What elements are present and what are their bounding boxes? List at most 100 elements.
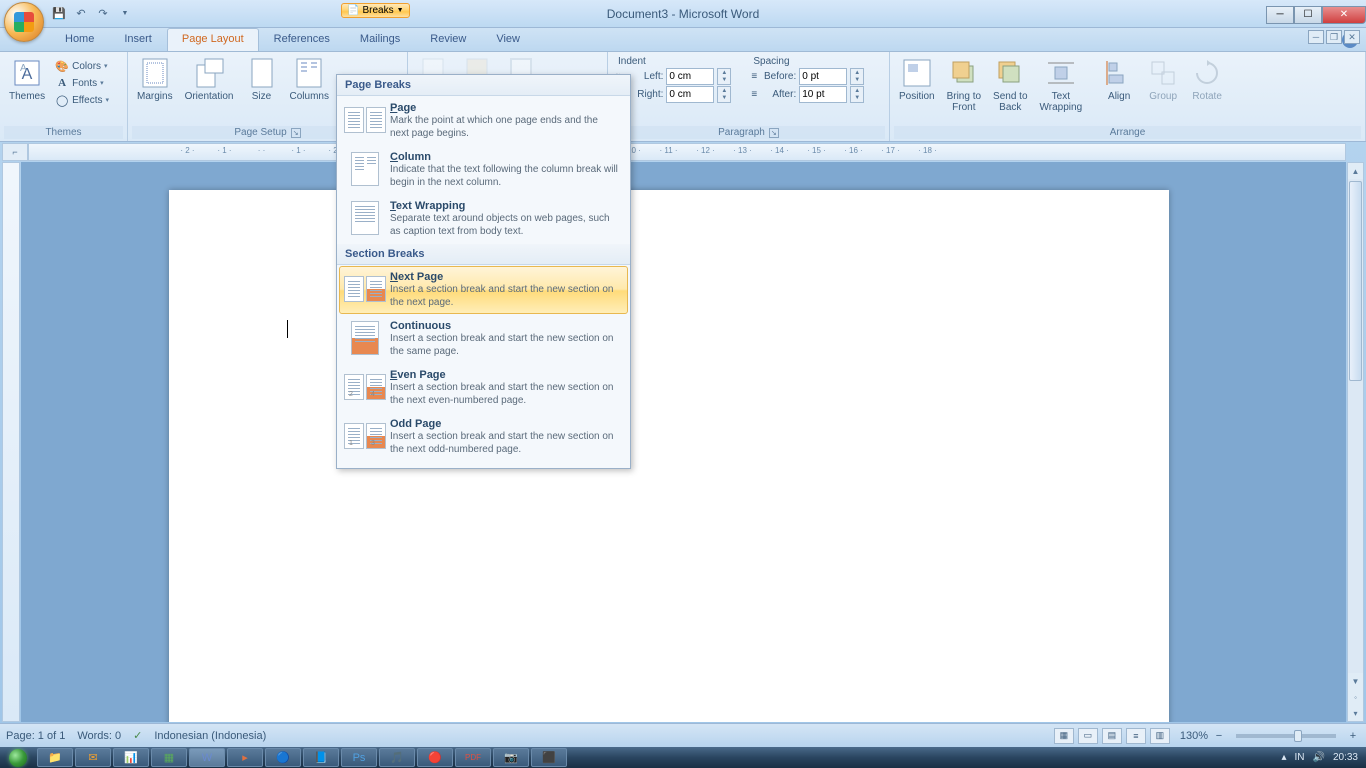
taskbar-item-explorer[interactable]: 📁 — [37, 748, 73, 767]
spacing-before-input[interactable] — [799, 68, 847, 85]
fonts-button[interactable]: AFonts▾ — [52, 75, 112, 91]
ribbon-tabs: Home Insert Page Layout References Maili… — [0, 28, 1366, 52]
zoom-out-button[interactable]: − — [1212, 730, 1226, 742]
tab-references[interactable]: References — [259, 28, 345, 51]
taskbar-item-app13[interactable]: ⬛ — [531, 748, 567, 767]
text-wrapping-button[interactable]: Text Wrapping — [1035, 54, 1088, 116]
group-button[interactable]: Group — [1142, 54, 1184, 105]
spacing-after-spinner[interactable]: ▲▼ — [850, 86, 864, 103]
break-next-page[interactable]: Next PageInsert a section break and star… — [339, 266, 628, 314]
tab-review[interactable]: Review — [415, 28, 481, 51]
mdi-restore-button[interactable]: ❐ — [1326, 30, 1342, 44]
taskbar-item-chrome[interactable]: 🔴 — [417, 748, 453, 767]
next-page-icon[interactable]: ▾ — [1348, 705, 1363, 721]
start-button[interactable] — [0, 747, 36, 768]
taskbar-item-app6[interactable]: 🔵 — [265, 748, 301, 767]
redo-icon[interactable]: ↷ — [94, 5, 112, 23]
continuous-break-icon — [346, 320, 384, 356]
group-label-page-setup: Page Setup — [234, 127, 286, 138]
align-button[interactable]: Align — [1098, 54, 1140, 105]
page-setup-dialog-launcher[interactable]: ↘ — [291, 128, 301, 138]
taskbar-item-word[interactable]: W — [189, 748, 225, 767]
themes-button[interactable]: AA Themes — [4, 54, 50, 105]
tray-show-hidden-icon[interactable]: ▴ — [1281, 752, 1286, 763]
spacing-before-spinner[interactable]: ▲▼ — [850, 68, 864, 85]
effects-button[interactable]: ◯Effects▾ — [52, 92, 112, 108]
break-continuous[interactable]: ContinuousInsert a section break and sta… — [339, 315, 628, 363]
break-page[interactable]: PageMark the point at which one page end… — [339, 97, 628, 145]
break-column[interactable]: ColumnIndicate that the text following t… — [339, 146, 628, 194]
break-even-page[interactable]: 24 Even PageInsert a section break and s… — [339, 364, 628, 412]
vertical-scrollbar[interactable]: ▲ ▼ ◦ ▾ — [1347, 162, 1364, 722]
prev-page-icon[interactable]: ◦ — [1348, 689, 1363, 705]
tray-clock[interactable]: 20:33 — [1333, 752, 1358, 763]
horizontal-ruler[interactable]: · 2 ·· 1 ·· ·· 1 ·· 2 ·· 3 ·· 4 ·· 5 ·· … — [28, 143, 1346, 161]
view-full-screen[interactable]: ▭ — [1078, 728, 1098, 744]
view-print-layout[interactable]: ▦ — [1054, 728, 1074, 744]
break-text-wrapping[interactable]: Text WrappingSeparate text around object… — [339, 195, 628, 243]
zoom-slider-thumb[interactable] — [1294, 730, 1302, 742]
vertical-ruler[interactable] — [2, 162, 20, 722]
indent-right-input[interactable] — [666, 86, 714, 103]
tray-language[interactable]: IN — [1295, 752, 1305, 763]
zoom-in-button[interactable]: + — [1346, 730, 1360, 742]
size-button[interactable]: Size — [241, 54, 283, 105]
scroll-down-icon[interactable]: ▼ — [1348, 673, 1363, 689]
taskbar-item-excel[interactable]: ▦ — [151, 748, 187, 767]
tab-view[interactable]: View — [481, 28, 535, 51]
status-page[interactable]: Page: 1 of 1 — [6, 730, 65, 742]
break-odd-page[interactable]: 13 Odd PageInsert a section break and st… — [339, 413, 628, 461]
maximize-button[interactable]: ☐ — [1294, 6, 1322, 24]
columns-button[interactable]: Columns — [285, 54, 334, 105]
proofing-icon[interactable]: ✓ — [133, 729, 142, 742]
taskbar-item-outlook[interactable]: ✉ — [75, 748, 111, 767]
taskbar-item-app7[interactable]: 📘 — [303, 748, 339, 767]
zoom-slider[interactable] — [1236, 734, 1336, 738]
taskbar-item-app12[interactable]: 📷 — [493, 748, 529, 767]
taskbar-item-powerpoint[interactable]: ▸ — [227, 748, 263, 767]
view-draft[interactable]: ▥ — [1150, 728, 1170, 744]
taskbar-item-app9[interactable]: 🎵 — [379, 748, 415, 767]
tab-page-layout[interactable]: Page Layout — [167, 28, 259, 51]
position-button[interactable]: Position — [894, 54, 940, 105]
taskbar-item-photoshop[interactable]: Ps — [341, 748, 377, 767]
tab-home[interactable]: Home — [50, 28, 109, 51]
mdi-close-button[interactable]: ✕ — [1344, 30, 1360, 44]
paragraph-dialog-launcher[interactable]: ↘ — [769, 128, 779, 138]
scroll-up-icon[interactable]: ▲ — [1348, 163, 1363, 179]
rotate-button[interactable]: Rotate — [1186, 54, 1228, 105]
status-language[interactable]: Indonesian (Indonesia) — [154, 730, 266, 742]
page-breaks-header: Page Breaks — [337, 75, 630, 96]
undo-icon[interactable]: ↶ — [72, 5, 90, 23]
margins-button[interactable]: Margins — [132, 54, 178, 105]
qat-customize-icon[interactable]: ▼ — [116, 5, 134, 23]
minimize-button[interactable]: ─ — [1266, 6, 1294, 24]
save-icon[interactable]: 💾 — [50, 5, 68, 23]
spacing-after-input[interactable] — [799, 86, 847, 103]
indent-left-spinner[interactable]: ▲▼ — [717, 68, 731, 85]
taskbar-item-pdf[interactable]: PDF — [455, 748, 491, 767]
tab-mailings[interactable]: Mailings — [345, 28, 415, 51]
tray-flag-icon[interactable]: 🔊 — [1313, 752, 1325, 763]
close-button[interactable]: ✕ — [1322, 6, 1366, 24]
zoom-level[interactable]: 130% — [1180, 730, 1208, 742]
mdi-minimize-button[interactable]: ─ — [1308, 30, 1324, 44]
ruler-corner[interactable]: ⌐ — [2, 143, 28, 161]
status-words[interactable]: Words: 0 — [77, 730, 121, 742]
bring-to-front-button[interactable]: Bring to Front — [942, 54, 986, 116]
indent-left-input[interactable] — [666, 68, 714, 85]
office-button[interactable] — [4, 2, 44, 42]
page-break-icon — [346, 102, 384, 138]
scrollbar-thumb[interactable] — [1349, 181, 1362, 381]
orientation-button[interactable]: Orientation — [180, 54, 239, 105]
view-outline[interactable]: ≡ — [1126, 728, 1146, 744]
document-area[interactable] — [21, 162, 1346, 722]
document-page[interactable] — [169, 190, 1169, 722]
indent-right-spinner[interactable]: ▲▼ — [717, 86, 731, 103]
colors-button[interactable]: 🎨Colors▾ — [52, 58, 112, 74]
send-to-back-button[interactable]: Send to Back — [988, 54, 1032, 116]
taskbar-item-office[interactable]: 📊 — [113, 748, 149, 767]
breaks-button[interactable]: 📄 Breaks ▼ — [341, 3, 410, 18]
view-web-layout[interactable]: ▤ — [1102, 728, 1122, 744]
tab-insert[interactable]: Insert — [109, 28, 167, 51]
